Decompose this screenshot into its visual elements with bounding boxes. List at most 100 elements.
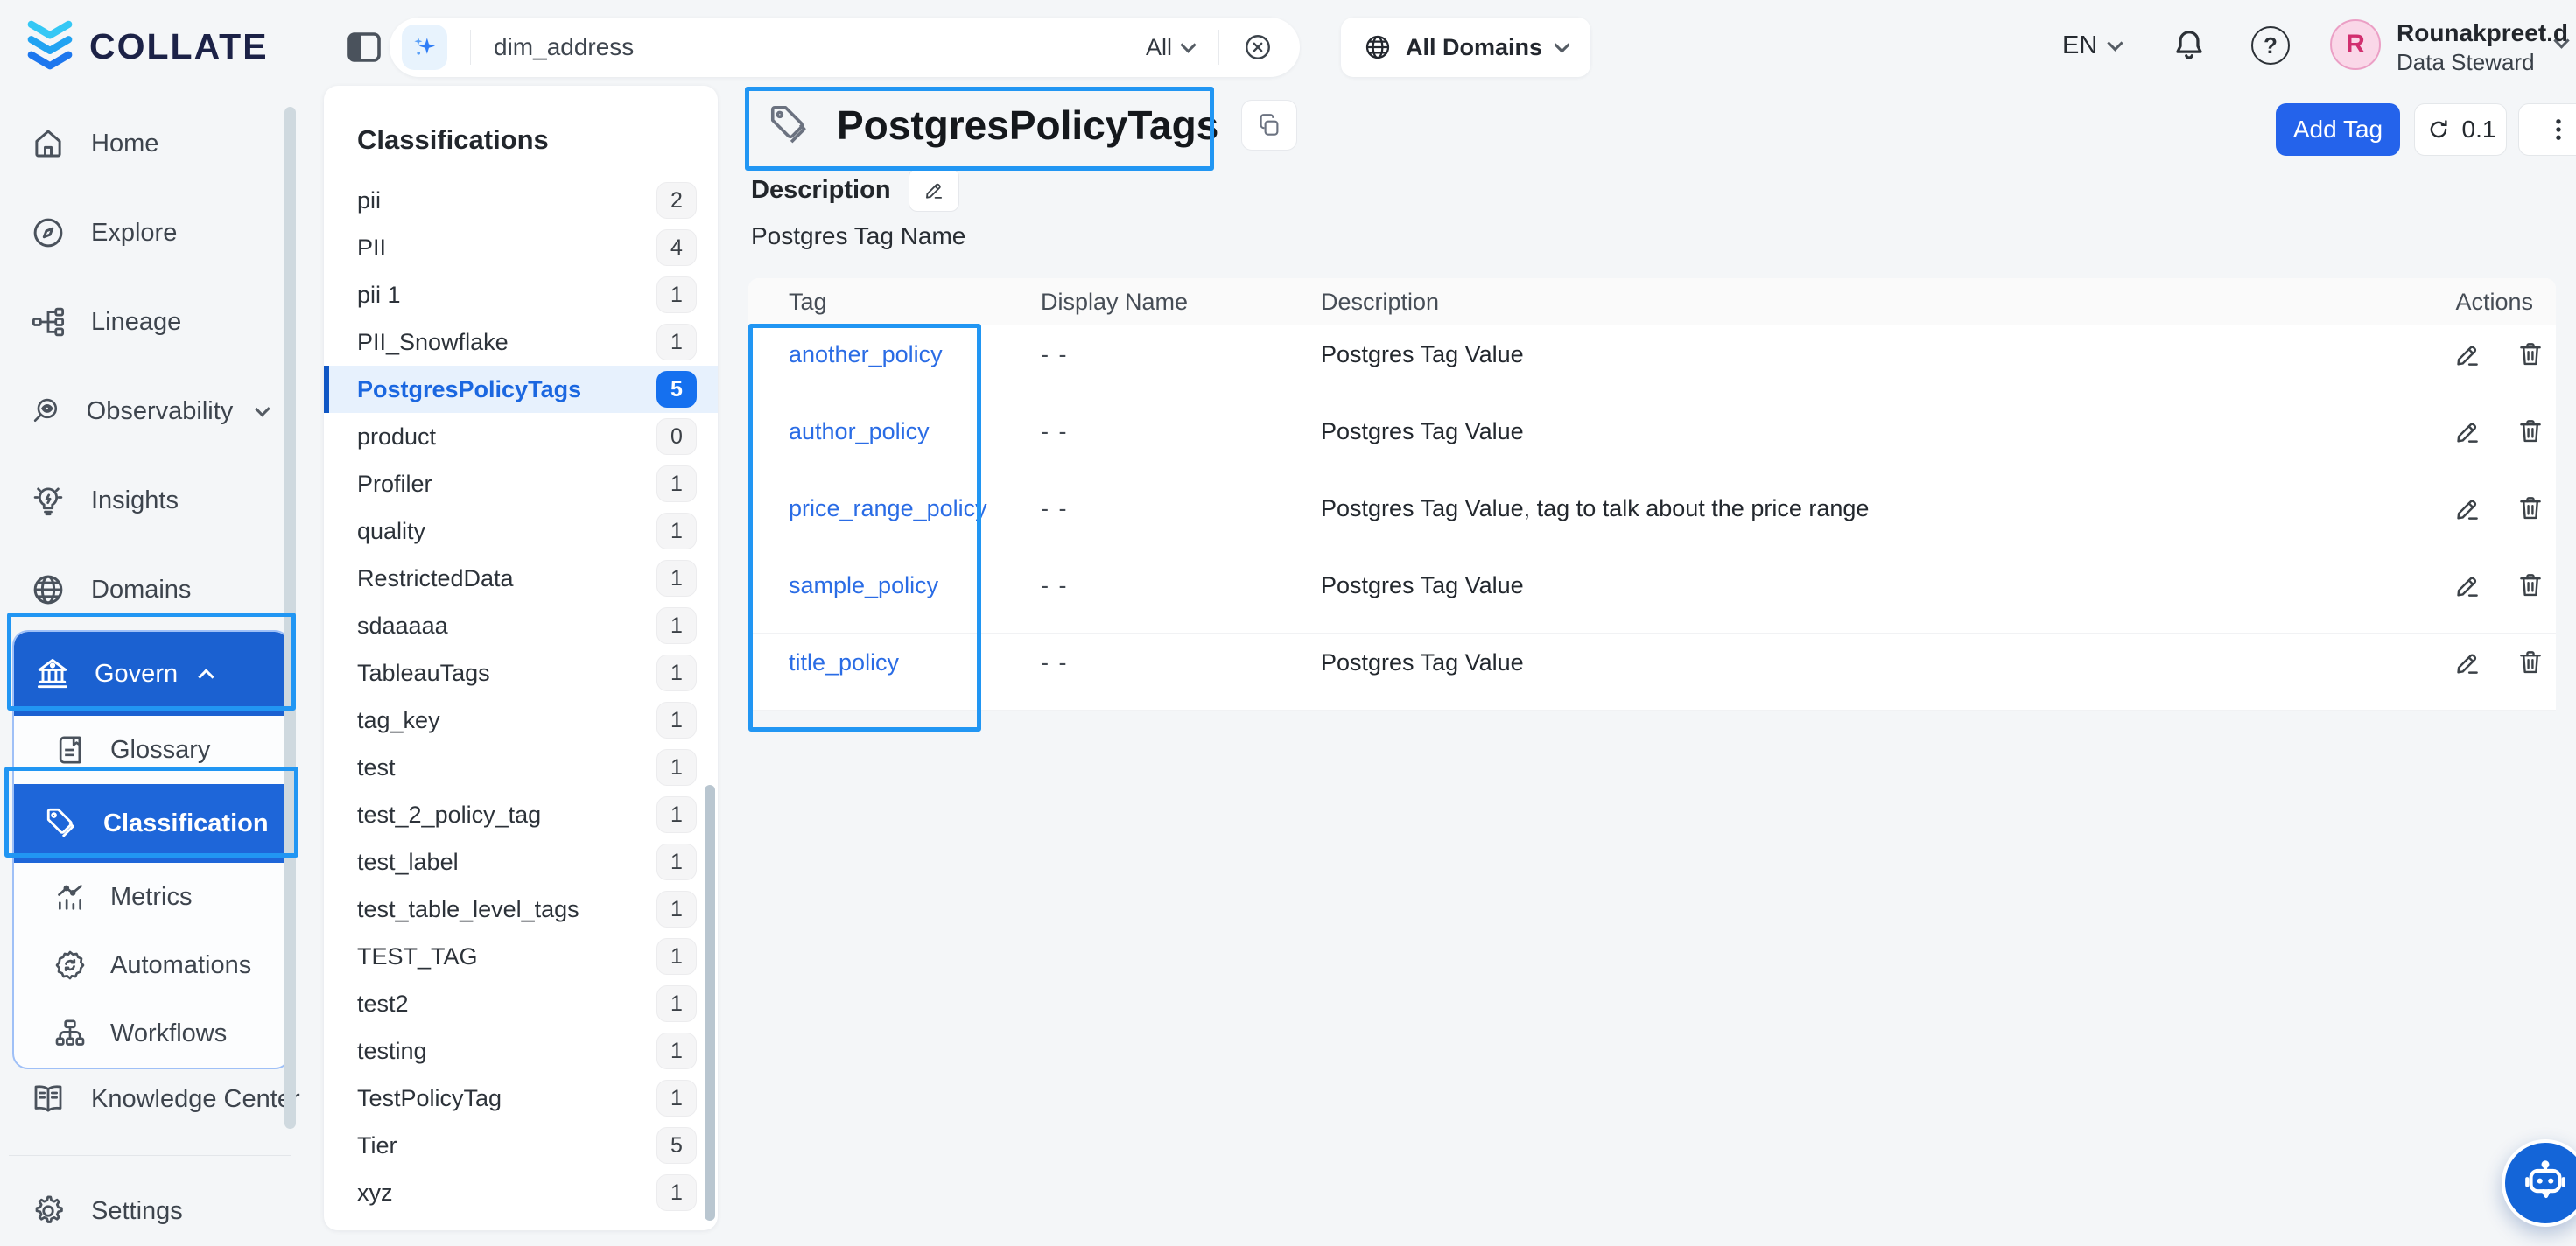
list-item[interactable]: testing1: [324, 1027, 718, 1074]
delete-tag-button[interactable]: [2516, 494, 2545, 523]
global-search[interactable]: dim_address All: [390, 18, 1300, 77]
count-badge: 0: [656, 418, 697, 455]
tag-link[interactable]: title_policy: [789, 649, 899, 676]
sidebar-item-glossary[interactable]: Glossary: [14, 716, 289, 784]
sidebar-item-label: Domains: [91, 576, 303, 605]
list-item[interactable]: sdaaaaa1: [324, 602, 718, 649]
delete-tag-button[interactable]: [2516, 416, 2545, 446]
list-item[interactable]: pii 11: [324, 271, 718, 318]
search-input[interactable]: dim_address: [494, 33, 1121, 61]
ai-sparkle-icon[interactable]: [402, 24, 447, 70]
kebab-icon: [2544, 115, 2573, 144]
sidebar-item-label: Automations: [110, 951, 251, 980]
tag-link[interactable]: author_policy: [789, 418, 930, 444]
list-item[interactable]: quality1: [324, 508, 718, 555]
search-scope-value: All: [1146, 34, 1172, 61]
list-item-selected[interactable]: PostgresPolicyTags5: [324, 366, 718, 413]
list-item[interactable]: TEST_TAG1: [324, 933, 718, 980]
collate-logo[interactable]: COLLATE: [23, 19, 269, 74]
list-item[interactable]: product0: [324, 413, 718, 460]
count-badge: 1: [656, 891, 697, 928]
help-icon[interactable]: ?: [2251, 26, 2290, 65]
sidebar-scrollbar[interactable]: [284, 107, 296, 1129]
sidebar-collapse-icon[interactable]: [343, 26, 385, 68]
sidebar-item-metrics[interactable]: Metrics: [14, 863, 289, 931]
tags-icon: [44, 805, 81, 842]
description-value: Postgres Tag Value: [1281, 326, 2346, 369]
list-item[interactable]: TestPolicyTag1: [324, 1074, 718, 1122]
sidebar-item-observability[interactable]: Observability: [0, 380, 303, 443]
open-book-icon: [30, 1081, 67, 1117]
display-name-value: - -: [1000, 326, 1281, 369]
list-item[interactable]: test_label1: [324, 838, 718, 886]
sidebar-item-home[interactable]: Home: [0, 112, 303, 175]
search-clear-button[interactable]: [1219, 32, 1300, 63]
classifications-scrollbar[interactable]: [705, 785, 715, 1221]
language-dropdown[interactable]: EN: [2062, 32, 2121, 60]
sidebar-item-classification[interactable]: Classification: [14, 784, 289, 863]
delete-tag-button[interactable]: [2516, 340, 2545, 369]
copy-button[interactable]: [1241, 100, 1297, 150]
notifications-bell-icon[interactable]: [2169, 26, 2209, 66]
robot-icon: [2520, 1158, 2571, 1208]
edit-tag-button[interactable]: [2453, 570, 2482, 600]
edit-tag-button[interactable]: [2453, 416, 2482, 446]
table-row: price_range_policy - - Postgres Tag Valu…: [748, 480, 2556, 556]
sidebar-item-automations[interactable]: Automations: [14, 931, 289, 999]
sidebar-item-settings[interactable]: Settings: [0, 1180, 303, 1242]
column-header-actions: Actions: [2346, 287, 2556, 317]
edit-tag-button[interactable]: [2453, 340, 2482, 369]
domains-dropdown[interactable]: All Domains: [1341, 18, 1590, 77]
sidebar-item-explore[interactable]: Explore: [0, 201, 303, 264]
list-item[interactable]: Tier5: [324, 1122, 718, 1169]
tag-link[interactable]: price_range_policy: [789, 495, 987, 522]
list-item[interactable]: test1: [324, 744, 718, 791]
edit-tag-button[interactable]: [2453, 494, 2482, 523]
list-item[interactable]: Profiler1: [324, 460, 718, 508]
more-options-button[interactable]: [2518, 103, 2576, 156]
delete-tag-button[interactable]: [2516, 570, 2545, 600]
delete-tag-button[interactable]: [2516, 648, 2545, 677]
list-item[interactable]: test_table_level_tags1: [324, 886, 718, 933]
edit-tag-button[interactable]: [2453, 648, 2482, 677]
tag-link[interactable]: sample_policy: [789, 572, 938, 598]
chatbot-button[interactable]: [2502, 1139, 2576, 1227]
list-item[interactable]: test_2_policy_tag1: [324, 791, 718, 838]
domains-label: All Domains: [1406, 34, 1542, 61]
column-header-description: Description: [1281, 287, 2346, 317]
sidebar-item-lineage[interactable]: Lineage: [0, 290, 303, 354]
count-badge: 1: [656, 607, 697, 644]
classifications-panel: Classifications pii2 PII4 pii 11 PII_Sno…: [324, 86, 718, 1230]
workflow-icon: [53, 1016, 88, 1051]
sidebar-item-workflows[interactable]: Workflows: [14, 999, 289, 1068]
copy-icon: [1256, 112, 1282, 138]
table-row: sample_policy - - Postgres Tag Value: [748, 556, 2556, 634]
list-item[interactable]: TableauTags1: [324, 649, 718, 696]
user-role: Data Steward: [2397, 50, 2568, 76]
avatar[interactable]: R: [2330, 19, 2381, 70]
version-button[interactable]: 0.1: [2414, 103, 2507, 156]
list-item[interactable]: PII4: [324, 224, 718, 271]
list-item[interactable]: RestrictedData1: [324, 555, 718, 602]
list-item[interactable]: xyz1: [324, 1169, 718, 1216]
chevron-down-icon: [1554, 37, 1569, 52]
list-item[interactable]: pii2: [324, 177, 718, 224]
list-item[interactable]: tag_key1: [324, 696, 718, 744]
classifications-list: pii2 PII4 pii 11 PII_Snowflake1 Postgres…: [324, 177, 718, 1216]
collate-app: COLLATE dim_address All All Domains: [0, 0, 2576, 1246]
gear-icon: [30, 1193, 67, 1229]
tag-link[interactable]: another_policy: [789, 341, 943, 368]
add-tag-button[interactable]: Add Tag: [2276, 103, 2400, 156]
sidebar-item-domains[interactable]: Domains: [0, 558, 303, 621]
list-item[interactable]: PII_Snowflake1: [324, 318, 718, 366]
count-badge: 1: [656, 1080, 697, 1116]
user-menu[interactable]: Rounakpreet.d Data Steward: [2397, 19, 2568, 76]
sidebar-item-label: Workflows: [110, 1019, 227, 1048]
edit-description-button[interactable]: [909, 168, 959, 212]
logo-text: COLLATE: [89, 26, 269, 67]
search-scope-dropdown[interactable]: All: [1121, 34, 1218, 61]
sidebar-item-knowledge-center[interactable]: Knowledge Center: [0, 1068, 303, 1130]
sidebar-item-govern[interactable]: Govern: [14, 632, 289, 716]
list-item[interactable]: test21: [324, 980, 718, 1027]
sidebar-item-insights[interactable]: Insights: [0, 469, 303, 532]
